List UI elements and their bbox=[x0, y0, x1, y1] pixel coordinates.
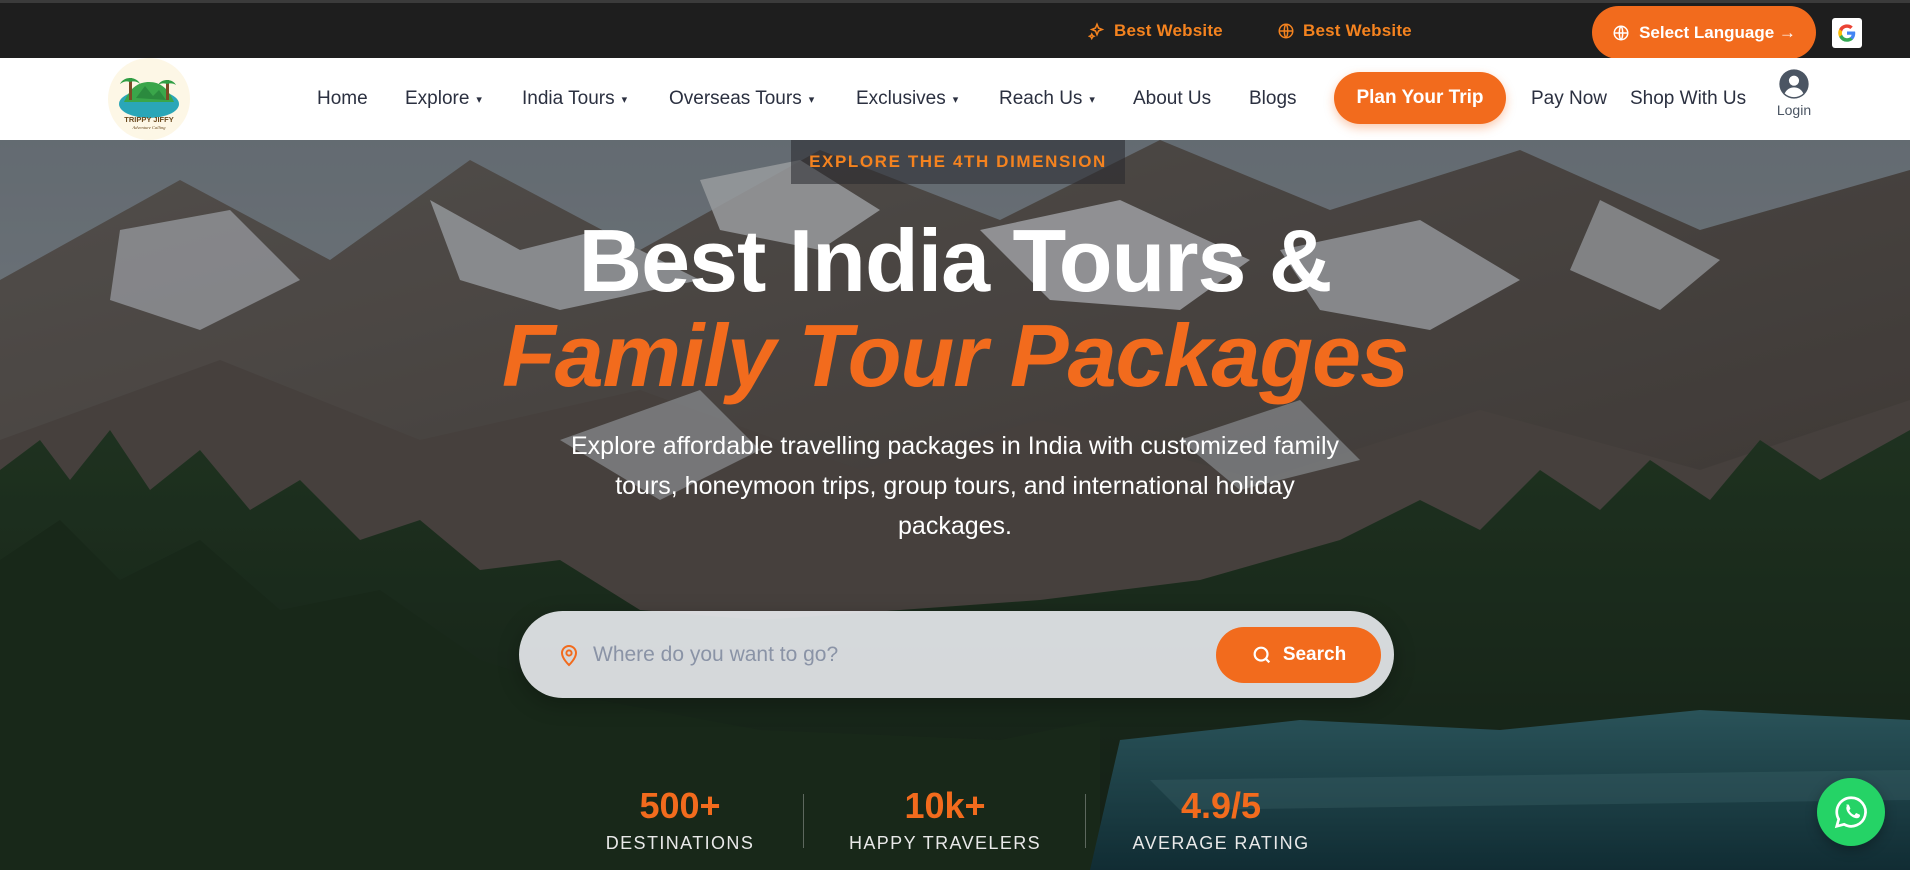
nav-label: Shop With Us bbox=[1630, 88, 1747, 109]
search-button[interactable]: Search bbox=[1216, 627, 1381, 683]
plan-your-trip-button[interactable]: Plan Your Trip bbox=[1334, 72, 1506, 124]
nav-label: Home bbox=[317, 88, 368, 109]
hero-subtitle: Explore affordable travelling packages i… bbox=[571, 432, 1339, 540]
destination-search-input[interactable] bbox=[593, 633, 1193, 677]
nav-label: Exclusives bbox=[856, 88, 946, 109]
nav-label: Reach Us bbox=[999, 88, 1083, 109]
nav-item-pay-now[interactable]: Pay Now bbox=[1531, 88, 1607, 110]
globe-icon bbox=[1613, 25, 1629, 40]
stat-divider bbox=[803, 794, 804, 848]
login-label: Login bbox=[1776, 102, 1812, 118]
nav-label: About Us bbox=[1133, 88, 1212, 109]
nav-label: Pay Now bbox=[1531, 88, 1608, 109]
stat-value: 10k+ bbox=[904, 785, 986, 826]
stat-value: 4.9/5 bbox=[1180, 785, 1262, 826]
nav-item-about-us[interactable]: About Us bbox=[1133, 88, 1211, 110]
nav-label: Blogs bbox=[1249, 88, 1297, 109]
whatsapp-icon bbox=[1834, 796, 1867, 829]
stat-divider bbox=[1085, 794, 1086, 848]
best-website-label-2: Best Website bbox=[1303, 21, 1412, 40]
stat-destinations: 500+ DESTINATIONS bbox=[580, 785, 780, 854]
search-button-label: Search bbox=[1282, 644, 1347, 665]
chevron-down-icon: ▾ bbox=[808, 93, 815, 106]
nav-item-india-tours[interactable]: India Tours ▾ bbox=[522, 88, 627, 110]
stat-label: AVERAGE RATING bbox=[1132, 833, 1310, 853]
chevron-down-icon: ▾ bbox=[476, 93, 482, 106]
nav-item-explore[interactable]: Explore ▾ bbox=[405, 88, 482, 110]
trippy-jiffy-logo: TRIPPY JIFFY Adventure Calling bbox=[119, 78, 179, 130]
svg-text:TRIPPY JIFFY: TRIPPY JIFFY bbox=[124, 115, 173, 124]
best-website-label-1: Best Website bbox=[1114, 21, 1223, 40]
nav-label: Overseas Tours bbox=[669, 88, 802, 109]
user-avatar-icon bbox=[1779, 69, 1809, 99]
nav-item-home[interactable]: Home bbox=[317, 88, 368, 110]
select-language-label: Select Language → bbox=[1639, 22, 1796, 42]
globe-icon bbox=[1278, 23, 1294, 39]
nav-label: India Tours bbox=[522, 88, 615, 109]
hero-title-line-2: Family Tour Packages bbox=[501, 306, 1409, 405]
stat-value: 500+ bbox=[639, 785, 721, 826]
nav-item-shop-with-us[interactable]: Shop With Us bbox=[1630, 88, 1746, 110]
sparkle-icon bbox=[1088, 22, 1105, 40]
login-button[interactable]: Login bbox=[1766, 68, 1822, 118]
stat-happy-travelers: 10k+ HAPPY TRAVELERS bbox=[830, 785, 1060, 854]
google-translate-button[interactable] bbox=[1832, 18, 1862, 48]
search-icon bbox=[1253, 646, 1270, 664]
stat-label: HAPPY TRAVELERS bbox=[848, 833, 1042, 853]
hero-title-line-1: Best India Tours & bbox=[578, 211, 1333, 310]
nav-label: Explore bbox=[405, 88, 470, 109]
whatsapp-chat-button[interactable] bbox=[1817, 778, 1885, 846]
location-pin-icon bbox=[560, 645, 578, 667]
hero-eyebrow: EXPLORE THE 4TH DIMENSION bbox=[791, 140, 1125, 184]
nav-item-reach-us[interactable]: Reach Us ▾ bbox=[999, 88, 1095, 110]
site-logo[interactable]: TRIPPY JIFFY Adventure Calling bbox=[108, 58, 190, 140]
stat-label: DESTINATIONS bbox=[605, 833, 755, 853]
select-language-button[interactable]: Select Language → bbox=[1592, 6, 1816, 59]
best-website-link-2[interactable]: Best Website bbox=[1277, 21, 1412, 41]
nav-item-overseas-tours[interactable]: Overseas Tours ▾ bbox=[669, 88, 814, 110]
main-navigation: TRIPPY JIFFY Adventure Calling Home Expl… bbox=[0, 58, 1910, 140]
stat-average-rating: 4.9/5 AVERAGE RATING bbox=[1118, 785, 1324, 854]
google-icon bbox=[1838, 24, 1856, 42]
chevron-down-icon: ▾ bbox=[621, 93, 628, 106]
hero-section: EXPLORE THE 4TH DIMENSION Best India Tou… bbox=[0, 140, 1910, 870]
nav-item-blogs[interactable]: Blogs bbox=[1249, 88, 1297, 110]
svg-text:Adventure Calling: Adventure Calling bbox=[132, 125, 167, 130]
top-utility-bar: Best Website Best Website Select Languag… bbox=[0, 0, 1910, 59]
destination-search-bar: Search bbox=[519, 611, 1394, 698]
chevron-down-icon: ▾ bbox=[1089, 93, 1095, 106]
best-website-link-1[interactable]: Best Website bbox=[1088, 21, 1223, 41]
chevron-down-icon: ▾ bbox=[952, 93, 959, 106]
nav-item-exclusives[interactable]: Exclusives ▾ bbox=[856, 88, 958, 110]
